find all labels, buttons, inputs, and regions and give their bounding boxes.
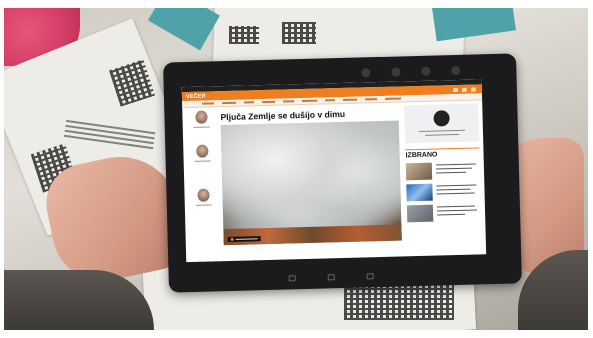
list-item[interactable] xyxy=(405,161,480,181)
nav-buttons xyxy=(288,273,374,282)
qr-code xyxy=(282,22,316,44)
nav-item[interactable] xyxy=(385,97,402,100)
author-card[interactable] xyxy=(195,188,212,206)
search-icon[interactable] xyxy=(452,87,458,92)
camera-icon xyxy=(421,66,431,76)
back-icon[interactable] xyxy=(288,275,296,282)
menu-icon[interactable] xyxy=(470,86,476,92)
list-item[interactable] xyxy=(406,182,480,202)
site-logo[interactable]: VEČER xyxy=(186,93,206,100)
list-thumbnail xyxy=(406,183,433,202)
fire-line xyxy=(223,224,402,246)
section-divider xyxy=(405,147,480,151)
camera-icon xyxy=(391,67,401,77)
qr-code xyxy=(229,26,259,44)
promo-logo-icon xyxy=(433,110,450,127)
author-card[interactable] xyxy=(194,144,211,162)
nav-item[interactable] xyxy=(343,98,358,101)
list-item[interactable] xyxy=(406,203,481,223)
avatar xyxy=(197,188,210,202)
qr-code xyxy=(344,284,454,320)
nav-item[interactable] xyxy=(302,99,318,103)
right-column: IZBRANO xyxy=(404,103,480,223)
play-icon xyxy=(230,237,234,241)
list-thumbnail xyxy=(405,162,433,181)
camera-icon xyxy=(361,68,371,78)
author-column xyxy=(185,110,215,206)
tablet-screen[interactable]: VEČER Pljuča Zemlje se dušijo v dimu IZB… xyxy=(181,79,487,263)
camera-icon xyxy=(451,65,461,76)
author-card[interactable] xyxy=(193,110,210,128)
photo-scene: VEČER Pljuča Zemlje se dušijo v dimu IZB… xyxy=(4,8,588,330)
nav-item[interactable] xyxy=(325,99,336,102)
home-icon[interactable] xyxy=(327,274,335,281)
article-photo[interactable] xyxy=(220,120,402,246)
user-icon[interactable] xyxy=(461,87,467,92)
section-heading: IZBRANO xyxy=(405,151,438,160)
promo-banner[interactable] xyxy=(404,103,480,144)
nav-item[interactable] xyxy=(202,102,215,105)
nav-item[interactable] xyxy=(365,98,378,101)
tablet-device: VEČER Pljuča Zemlje se dušijo v dimu IZB… xyxy=(163,53,522,293)
nav-item[interactable] xyxy=(262,100,276,104)
recents-icon[interactable] xyxy=(366,273,374,280)
nav-item[interactable] xyxy=(222,101,237,105)
avatar xyxy=(196,144,209,158)
nav-item[interactable] xyxy=(283,100,295,103)
list-thumbnail xyxy=(406,204,434,223)
photo-caption-badge xyxy=(227,236,261,243)
nav-item[interactable] xyxy=(244,101,255,104)
avatar xyxy=(195,110,208,124)
